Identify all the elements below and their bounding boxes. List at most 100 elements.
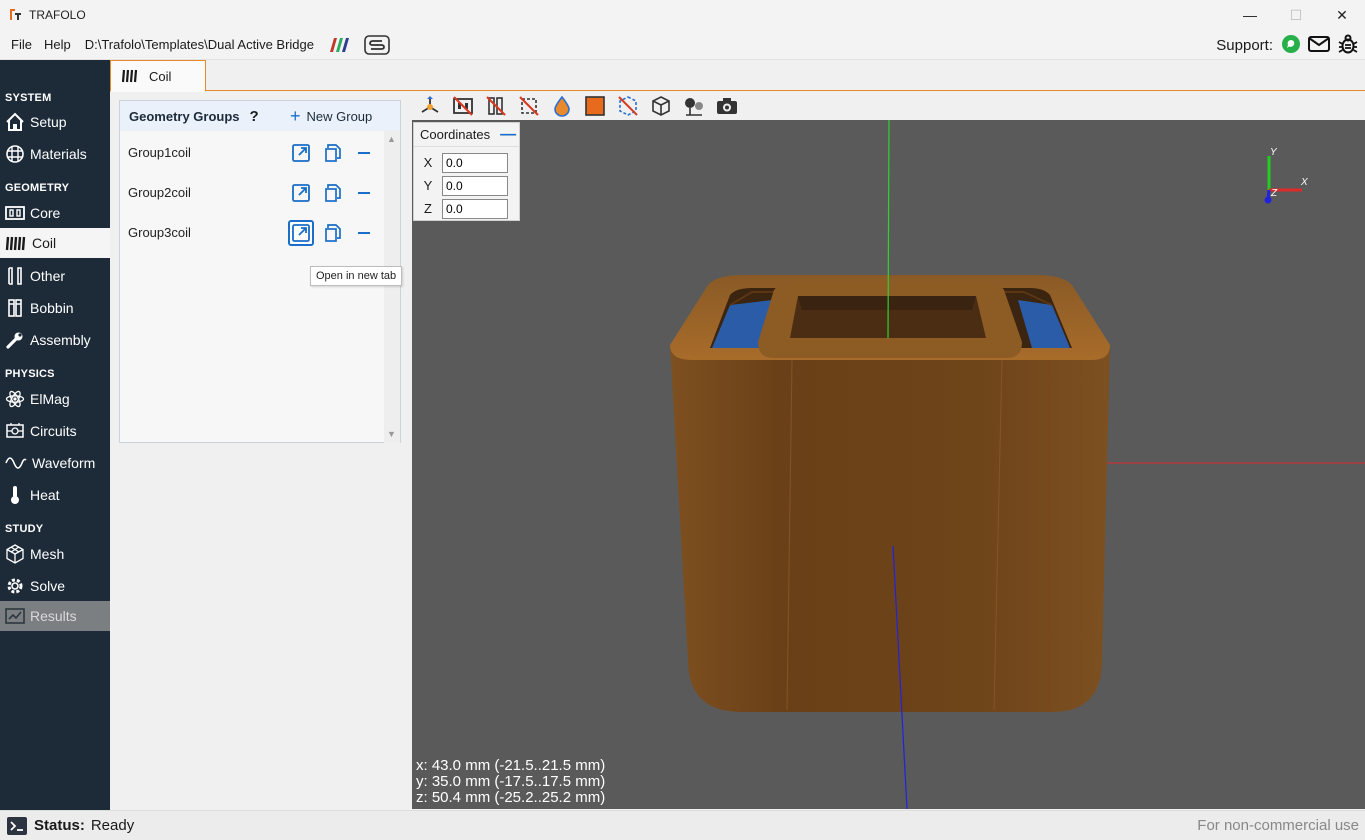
sidebar-item-label: Setup	[30, 114, 67, 130]
lighting-icon[interactable]	[680, 93, 708, 119]
bug-report-icon[interactable]	[1337, 33, 1359, 58]
menu-bar: File Help D:\Trafolo\Templates\Dual Acti…	[0, 30, 1365, 60]
remove-icon[interactable]	[351, 220, 377, 246]
stripes-logo-icon[interactable]	[326, 37, 350, 53]
app-title: TRAFOLO	[29, 8, 86, 22]
tab-coil[interactable]: Coil	[110, 60, 206, 92]
group-row[interactable]: Group3coil	[120, 212, 384, 252]
sidebar-item-elmag[interactable]: ElMag	[0, 384, 110, 414]
clip-plane-icon[interactable]	[614, 93, 642, 119]
sidebar-item-setup[interactable]: Setup	[0, 107, 110, 137]
axis-y-label: Y	[1270, 147, 1278, 158]
axis-z-label: Z	[1270, 188, 1278, 199]
coil-3d-model: Y X Z	[670, 120, 1365, 809]
wrench-icon	[6, 332, 23, 349]
group-row[interactable]: Group2coil	[120, 172, 384, 212]
license-notice: For non-commercial use	[1197, 817, 1359, 834]
y-field[interactable]	[442, 175, 508, 196]
section-physics: PHYSICS	[5, 368, 55, 380]
collapse-icon[interactable]: —	[500, 126, 516, 144]
vertical-scrollbar[interactable]: ▲ ▼	[384, 131, 400, 443]
status-label: Status:	[34, 817, 85, 834]
terminal-icon[interactable]	[6, 816, 28, 836]
core-icon	[5, 206, 25, 220]
open-in-new-tab-icon[interactable]	[288, 180, 314, 206]
close-button[interactable]: ✕	[1319, 0, 1365, 30]
sidebar-item-circuits[interactable]: Circuits	[0, 416, 110, 446]
whatsapp-icon[interactable]	[1281, 34, 1301, 57]
sidebar-item-label: Bobbin	[30, 300, 74, 316]
screenshot-camera-icon[interactable]	[713, 93, 741, 119]
wireframe-cube-icon[interactable]	[647, 93, 675, 119]
coil-icon	[5, 236, 26, 251]
z-field[interactable]	[442, 198, 508, 219]
sidebar-item-materials[interactable]: Materials	[0, 139, 110, 169]
s-logo-icon[interactable]	[364, 34, 390, 55]
title-bar: TRAFOLO — ☐ ✕	[0, 0, 1365, 30]
mesh-cube-icon	[6, 544, 24, 564]
dimension-y: y: 35.0 mm (-17.5..17.5 mm)	[416, 773, 606, 790]
coord-label-x: X	[423, 155, 433, 170]
scroll-up-icon[interactable]: ▲	[387, 134, 396, 144]
solid-view-icon[interactable]	[581, 93, 609, 119]
sidebar-item-bobbin[interactable]: Bobbin	[0, 293, 110, 323]
mail-icon[interactable]	[1307, 34, 1331, 57]
hide-core-icon[interactable]	[449, 93, 477, 119]
menu-file[interactable]: File	[5, 37, 38, 52]
dimension-x: x: 43.0 mm (-21.5..21.5 mm)	[416, 757, 606, 774]
sidebar-item-label: ElMag	[30, 391, 70, 407]
section-geometry: GEOMETRY	[5, 182, 70, 194]
sidebar-item-core[interactable]: Core	[0, 198, 110, 228]
hide-bobbin-icon[interactable]	[482, 93, 510, 119]
bobbin-icon	[8, 299, 22, 317]
help-icon[interactable]: ?	[250, 108, 259, 125]
new-group-button[interactable]: + New Group	[290, 101, 372, 131]
scroll-down-icon[interactable]: ▼	[387, 429, 396, 439]
coord-label-z: Z	[424, 201, 432, 216]
coordinates-header: Coordinates —	[414, 123, 519, 147]
materials-grid-icon	[6, 145, 24, 163]
remove-icon[interactable]	[351, 180, 377, 206]
tab-label: Coil	[149, 68, 172, 84]
duplicate-icon[interactable]	[320, 220, 346, 246]
sidebar-item-label: Results	[30, 608, 77, 624]
gear-icon	[7, 578, 23, 594]
dimensions-readout: x: 43.0 mm (-21.5..21.5 mm) y: 35.0 mm (…	[416, 758, 605, 806]
menu-help[interactable]: Help	[38, 37, 77, 52]
sidebar-item-results[interactable]: Results	[0, 601, 110, 631]
coordinates-panel: Coordinates — X Y Z	[413, 122, 520, 221]
tab-strip: Coil	[110, 60, 1365, 92]
sidebar-item-label: Core	[30, 205, 61, 221]
sidebar: SYSTEM Setup Materials GEOMETRY Core Coi…	[0, 60, 110, 810]
maximize-button[interactable]: ☐	[1273, 0, 1319, 30]
sidebar-item-assembly[interactable]: Assembly	[0, 325, 110, 355]
group-name: Group3coil	[128, 224, 191, 240]
open-in-new-tab-icon[interactable]	[288, 220, 314, 246]
coord-label-y: Y	[423, 178, 433, 193]
dimension-z: z: 50.4 mm (-25.2..25.2 mm)	[416, 789, 606, 806]
sidebar-item-coil[interactable]: Coil	[0, 228, 110, 258]
remove-icon[interactable]	[351, 140, 377, 166]
minimize-button[interactable]: —	[1227, 0, 1273, 30]
sidebar-item-solve[interactable]: Solve	[0, 571, 110, 601]
sidebar-item-label: Circuits	[30, 423, 77, 439]
open-in-new-tab-icon[interactable]	[288, 140, 314, 166]
coord-row-y: Y	[414, 174, 521, 197]
duplicate-icon[interactable]	[320, 180, 346, 206]
sidebar-item-other[interactable]: Other	[0, 261, 110, 291]
sidebar-item-heat[interactable]: Heat	[0, 480, 110, 510]
3d-viewport[interactable]: Y X Z	[412, 120, 1365, 809]
axes-view-icon[interactable]	[416, 93, 444, 119]
material-drop-icon[interactable]	[548, 93, 576, 119]
app-logo-icon	[10, 9, 21, 20]
atom-icon	[5, 390, 25, 408]
group-name: Group1coil	[128, 144, 191, 160]
sidebar-item-waveform[interactable]: Waveform	[0, 448, 110, 478]
sidebar-item-label: Other	[30, 268, 66, 284]
x-field[interactable]	[442, 152, 508, 173]
duplicate-icon[interactable]	[320, 140, 346, 166]
sidebar-item-mesh[interactable]: Mesh	[0, 539, 110, 569]
group-row[interactable]: Group1coil	[120, 132, 384, 172]
hide-other-icon[interactable]	[515, 93, 543, 119]
sidebar-item-label: Heat	[30, 487, 60, 503]
